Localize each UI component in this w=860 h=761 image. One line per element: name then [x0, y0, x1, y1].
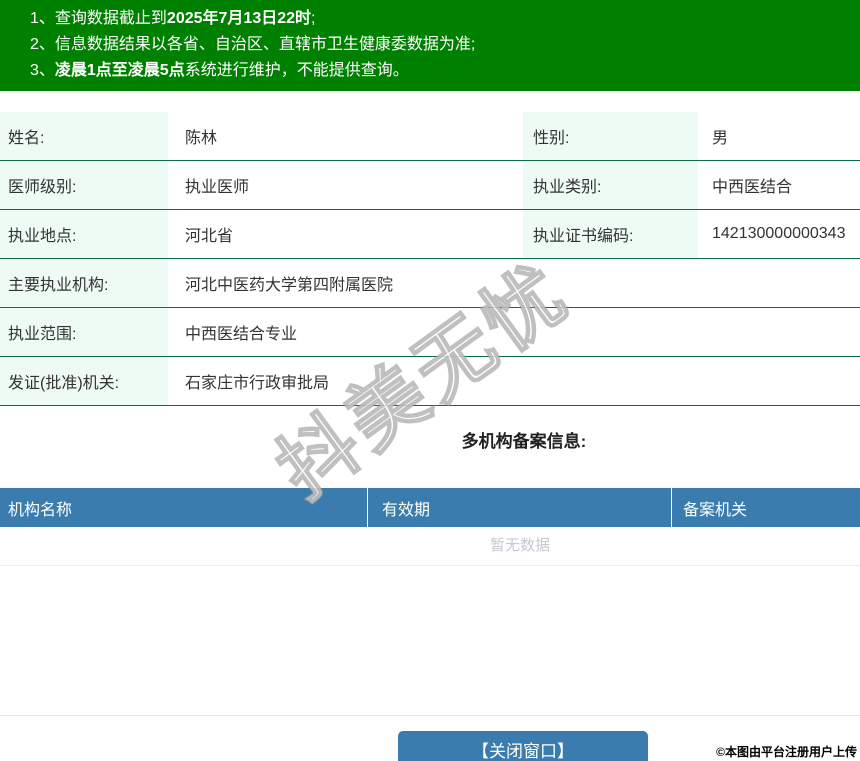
- notice-line-2: 2、信息数据结果以各省、自治区、直辖市卫生健康委数据为准;: [0, 32, 860, 58]
- name-value: 陈林: [185, 130, 218, 147]
- license-query-page: 1、查询数据截止到2025年7月13日22时; 2、信息数据结果以各省、自治区、…: [0, 0, 860, 761]
- main-institution-label: 主要执业机构:: [0, 259, 168, 307]
- practice-scope-label: 执业范围:: [0, 308, 168, 356]
- main-institution-value: 河北中医药大学第四附属医院: [185, 277, 394, 294]
- notice-number: 3、: [30, 62, 55, 79]
- notice-banner: 1、查询数据截止到2025年7月13日22时; 2、信息数据结果以各省、自治区、…: [0, 0, 860, 91]
- notice-text: 查询数据截止到: [54, 10, 167, 27]
- column-header-filing-authority: 备案机关: [683, 501, 748, 519]
- footer-divider: [0, 715, 860, 716]
- name-label: 姓名:: [0, 112, 168, 160]
- notice-number: 1、: [30, 10, 55, 27]
- table-row-location-certificate: 执业地点: 河北省 执业证书编码: 142130000000343: [0, 210, 860, 259]
- practice-location-value: 河北省: [185, 228, 234, 245]
- notice-line-1: 1、查询数据截止到2025年7月13日22时;: [0, 6, 860, 32]
- filing-section-heading: 多机构备案信息:: [461, 432, 587, 451]
- notice-text-bold: 凌晨1点至凌晨5点: [54, 62, 185, 79]
- copyright-text: ©本图由平台注册用户上传: [716, 745, 857, 759]
- notice-number: 2、: [30, 36, 55, 53]
- table-row-issuing-authority: 发证(批准)机关: 石家庄市行政审批局: [0, 357, 860, 406]
- empty-data-text: 暂无数据: [489, 537, 550, 554]
- notice-text: 系统进行维护，不能提供查询。: [184, 62, 409, 79]
- gender-value: 男: [712, 130, 729, 147]
- doctor-level-value: 执业医师: [185, 179, 250, 196]
- column-header-institution-name: 机构名称: [0, 488, 368, 527]
- practice-category-label: 执业类别:: [523, 161, 698, 209]
- practitioner-info-table: 姓名: 陈林 性别: 男 医师级别: 执业医师 执业类别: 中西医结合 执业地点…: [0, 112, 860, 406]
- issuing-authority-value: 石家庄市行政审批局: [185, 375, 330, 392]
- doctor-level-label: 医师级别:: [0, 161, 168, 209]
- column-header-validity-period: 有效期: [368, 488, 672, 527]
- notice-text: ;: [311, 10, 316, 27]
- issuing-authority-label: 发证(批准)机关:: [0, 357, 168, 405]
- filing-table-header: 机构名称 有效期 备案机关: [0, 488, 860, 527]
- practice-scope-value: 中西医结合专业: [185, 326, 298, 343]
- table-bottom-divider: [0, 565, 860, 566]
- notice-text: 信息数据结果以各省、自治区、直辖市卫生健康委数据为准;: [54, 36, 476, 53]
- certificate-number-label: 执业证书编码:: [523, 210, 698, 258]
- table-row-level-category: 医师级别: 执业医师 执业类别: 中西医结合: [0, 161, 860, 210]
- practice-location-label: 执业地点:: [0, 210, 168, 258]
- table-row-practice-scope: 执业范围: 中西医结合专业: [0, 308, 860, 357]
- close-window-button[interactable]: 【关闭窗口】: [398, 731, 648, 761]
- gender-label: 性别:: [523, 112, 698, 160]
- notice-text-bold: 2025年7月13日22时: [166, 10, 312, 27]
- certificate-number-value: 142130000000343: [712, 225, 846, 242]
- practice-category-value: 中西医结合: [712, 179, 793, 196]
- table-row-main-institution: 主要执业机构: 河北中医药大学第四附属医院: [0, 259, 860, 308]
- notice-line-3: 3、凌晨1点至凌晨5点系统进行维护，不能提供查询。: [0, 58, 860, 84]
- table-row-name-gender: 姓名: 陈林 性别: 男: [0, 112, 860, 161]
